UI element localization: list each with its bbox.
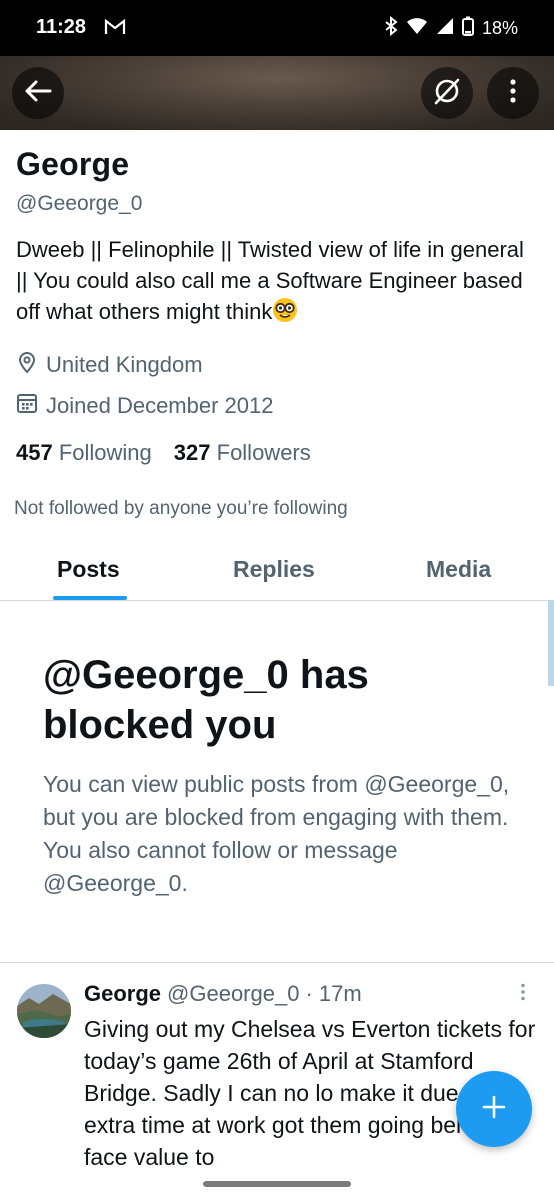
status-time: 11:28	[36, 16, 87, 38]
status-bar: 11:28 18%	[0, 0, 554, 56]
bio-text: Dweeb || Felinophile || Twisted view of …	[16, 237, 524, 324]
post-more-icon[interactable]	[520, 983, 526, 1006]
profile-location: United Kingdom	[16, 350, 203, 380]
blocked-title-line1: @Geeorge_0 has	[43, 653, 369, 697]
profile-joined: Joined December 2012	[16, 392, 273, 420]
location-pin-icon	[16, 350, 38, 380]
nerd-face-emoji	[272, 297, 298, 323]
post-time: · 17m	[305, 981, 362, 1006]
more-options-button[interactable]	[487, 67, 539, 119]
post-author-handle: @Geeorge_0	[167, 981, 300, 1006]
not-followed-text: Not followed by anyone you’re following	[14, 498, 348, 519]
back-button[interactable]	[12, 67, 64, 119]
signal-icon	[436, 17, 454, 40]
tab-media[interactable]: Media	[426, 556, 491, 583]
calendar-icon	[16, 392, 38, 420]
gmail-icon	[104, 18, 126, 42]
grok-button[interactable]	[421, 67, 473, 119]
status-icons: 18%	[384, 15, 518, 41]
post-header: George @Geeorge_0 · 17m	[84, 981, 362, 1007]
tab-replies[interactable]: Replies	[233, 556, 315, 583]
gesture-bar[interactable]	[203, 1181, 351, 1187]
followers-label: Followers	[216, 440, 311, 465]
compose-button[interactable]	[456, 1071, 532, 1147]
profile-banner	[0, 56, 554, 130]
blocked-title-line2: blocked you	[43, 703, 277, 747]
slash-circle-icon	[432, 76, 462, 111]
bluetooth-icon	[384, 15, 398, 41]
plus-icon	[481, 1094, 507, 1125]
avatar[interactable]	[17, 984, 71, 1038]
battery-icon	[461, 16, 474, 41]
following-link[interactable]: 457 Following	[16, 440, 152, 466]
vertical-ellipsis-icon	[509, 78, 517, 108]
followers-count: 327	[173, 440, 211, 465]
tab-posts[interactable]: Posts	[57, 556, 120, 583]
joined-text: Joined December 2012	[46, 393, 274, 418]
followers-link[interactable]: 327 Followers	[174, 440, 311, 466]
profile-handle: @Geeorge_0	[16, 192, 143, 215]
post-author-name[interactable]: George	[84, 981, 161, 1007]
profile-tabs: Posts Replies Media	[0, 544, 554, 601]
battery-percent: 18%	[481, 18, 518, 38]
blocked-title: @Geeorge_0 has blocked you	[43, 650, 369, 750]
location-text: United Kingdom	[46, 352, 203, 377]
active-tab-indicator	[53, 596, 127, 600]
profile-bio: Dweeb || Felinophile || Twisted view of …	[16, 234, 536, 327]
scrollbar[interactable]	[548, 600, 554, 686]
wifi-icon	[406, 17, 428, 40]
blocked-body: You can view public posts from @Geeorge_…	[43, 771, 510, 896]
following-count: 457	[16, 440, 53, 465]
follow-stats: 457 Following 327 Followers	[16, 440, 311, 466]
profile-name: George	[16, 146, 130, 182]
following-label: Following	[58, 440, 152, 465]
arrow-left-icon	[24, 79, 52, 108]
